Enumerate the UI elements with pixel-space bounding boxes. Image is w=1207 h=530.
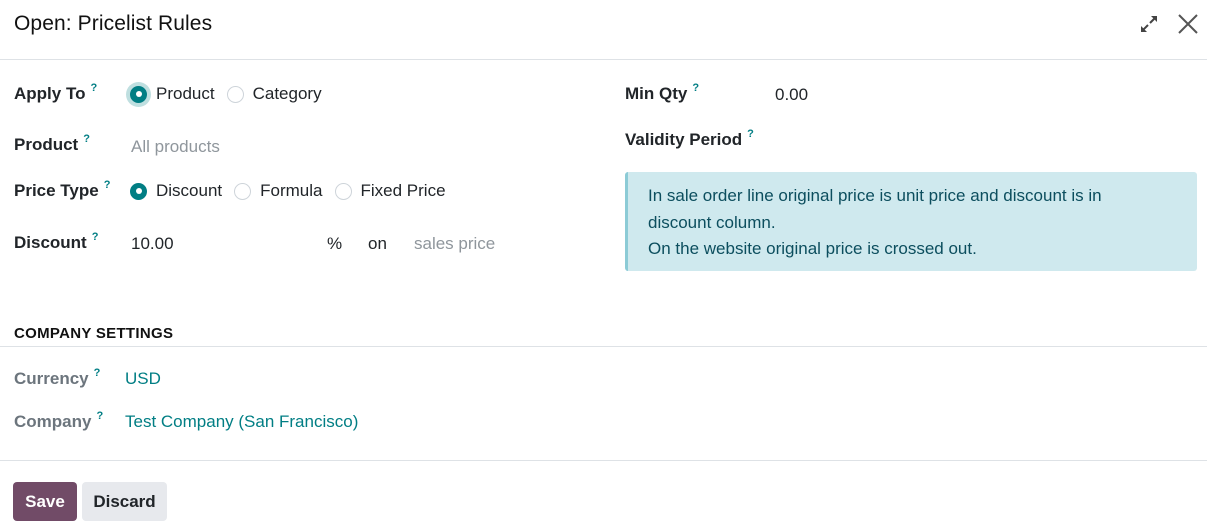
radio-unchecked-icon[interactable] [234,182,252,200]
info-line-2: discount column. [648,212,776,232]
close-icon[interactable] [1176,12,1200,36]
help-tooltip-icon[interactable]: ? [747,128,754,140]
radio-price-formula[interactable]: Formula [234,181,323,201]
dialog-header: Open: Pricelist Rules [0,0,1207,60]
discard-button[interactable]: Discard [82,482,167,521]
radio-unchecked-icon[interactable] [334,182,352,200]
radio-checked-icon[interactable] [130,182,147,200]
validity-period-label: Validity Period? [625,128,754,149]
price-type-radio-group: Discount Formula Fixed Price [130,181,458,201]
radio-label-discount: Discount [156,181,223,200]
apply-to-radio-group: Product Category [130,84,334,104]
percent-sign: % [327,234,343,253]
discount-input[interactable]: 10.00 [131,234,174,254]
radio-label-fixed-price: Fixed Price [360,181,446,200]
expand-arrows-icon[interactable] [1137,12,1161,36]
min-qty-input[interactable]: 0.00 [775,85,808,105]
footer-divider [0,460,1207,461]
currency-label: Currency? [14,367,101,388]
radio-apply-product[interactable]: Product [130,84,215,104]
radio-checked-icon[interactable] [130,85,147,103]
help-tooltip-icon[interactable]: ? [83,133,90,145]
info-alert: In sale order line original price is uni… [625,172,1197,271]
dialog-title: Open: Pricelist Rules [14,12,213,35]
base-price-select[interactable]: sales price [414,234,495,254]
product-label: Product? [14,133,90,154]
radio-price-discount[interactable]: Discount [130,181,222,201]
help-tooltip-icon[interactable]: ? [90,82,97,94]
currency-link[interactable]: USD [125,369,161,389]
section-divider [0,346,1207,347]
info-line-1: In sale order line original price is uni… [648,186,1102,205]
radio-apply-category[interactable]: Category [226,84,322,104]
company-settings-title: COMPANY SETTINGS [14,325,174,342]
apply-to-label: Apply To? [14,82,98,103]
radio-label-product: Product [156,84,215,103]
info-line-3: On the website original price is crossed… [648,239,977,258]
company-link[interactable]: Test Company (San Francisco) [125,412,358,432]
company-label: Company? [14,410,104,431]
radio-label-formula: Formula [260,181,323,200]
help-tooltip-icon[interactable]: ? [692,82,699,94]
min-qty-label: Min Qty? [625,82,700,103]
radio-unchecked-icon[interactable] [226,85,244,103]
on-text: on [368,234,387,253]
radio-label-category: Category [252,84,322,103]
discount-label: Discount? [14,231,99,252]
help-tooltip-icon[interactable]: ? [96,410,103,422]
help-tooltip-icon[interactable]: ? [94,367,101,379]
help-tooltip-icon[interactable]: ? [92,231,99,243]
save-button[interactable]: Save [13,482,77,521]
price-type-label: Price Type? [14,179,111,200]
product-input[interactable]: All products [131,137,220,157]
help-tooltip-icon[interactable]: ? [104,179,111,191]
radio-price-fixed[interactable]: Fixed Price [334,181,446,201]
